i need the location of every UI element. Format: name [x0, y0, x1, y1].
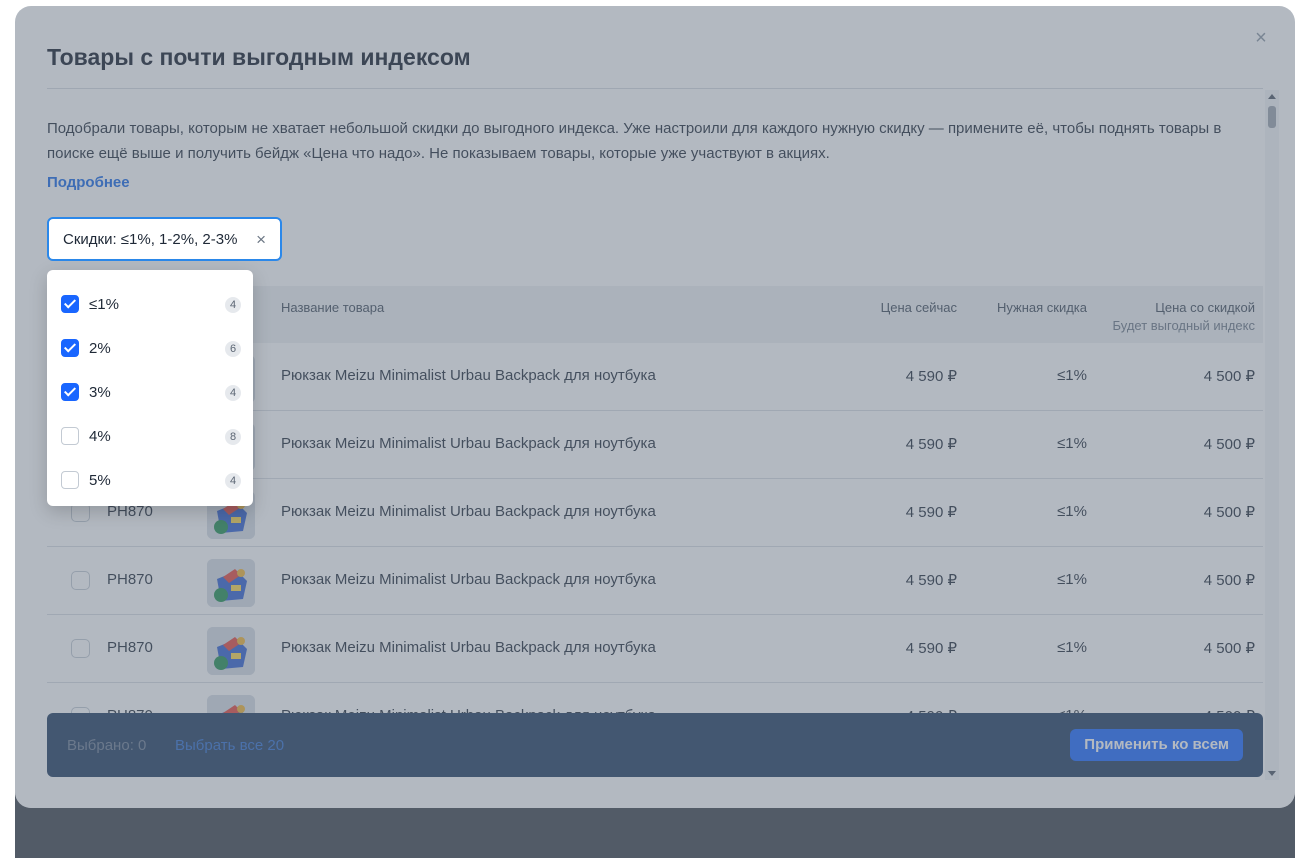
option-count-badge: 8: [225, 429, 241, 445]
price-now: 4 590 ₽: [905, 640, 957, 657]
row-checkbox[interactable]: [71, 639, 90, 658]
filter-option[interactable]: 4% 8: [47, 408, 253, 452]
filter-option[interactable]: 3% 4: [47, 364, 253, 408]
option-count-badge: 4: [225, 473, 241, 489]
final-price: 4 500 ₽: [1203, 572, 1255, 589]
price-now: 4 590 ₽: [905, 436, 957, 453]
option-checkbox[interactable]: [61, 471, 79, 489]
row-checkbox[interactable]: [71, 571, 90, 590]
header-price-with-discount: Цена со скидкой Будет выгодный индекс: [1113, 300, 1256, 333]
option-checkbox[interactable]: [61, 427, 79, 445]
clear-filter-icon[interactable]: ×: [256, 230, 266, 250]
option-label: 2%: [89, 340, 111, 357]
price-now: 4 590 ₽: [905, 368, 957, 385]
option-count-badge: 4: [225, 385, 241, 401]
product-name: Рюкзак Meizu Minimalist Urbau Backpack д…: [281, 503, 656, 520]
selected-count: Выбрано: 0: [67, 737, 147, 754]
header-price-with-discount-sub: Будет выгодный индекс: [1112, 318, 1256, 333]
filter-option[interactable]: ≤1% 4: [47, 276, 253, 320]
option-label: 3%: [89, 384, 111, 401]
product-name: Рюкзак Meizu Minimalist Urbau Backpack д…: [281, 639, 656, 656]
header-price-now: Цена сейчас: [880, 300, 957, 315]
table-row[interactable]: PH870 Рюкзак Meizu Minimalist Urbau Backp…: [47, 615, 1263, 683]
final-price: 4 500 ₽: [1203, 504, 1255, 521]
option-count-badge: 4: [225, 297, 241, 313]
final-price: 4 500 ₽: [1203, 368, 1255, 385]
modal-description: Подобрали товары, которым не хватает неб…: [47, 120, 1222, 162]
final-price: 4 500 ₽: [1203, 640, 1255, 657]
needed-discount: ≤1%: [1057, 367, 1087, 384]
scroll-up-icon[interactable]: [1268, 94, 1276, 99]
backpack-icon: [207, 559, 255, 607]
scroll-down-icon[interactable]: [1268, 771, 1276, 776]
option-checkbox[interactable]: [61, 339, 79, 357]
discount-filter-chip[interactable]: Скидки: ≤1%, 1-2%, 2-3% ×: [47, 217, 282, 261]
needed-discount: ≤1%: [1057, 571, 1087, 588]
close-icon[interactable]: ×: [1251, 28, 1271, 48]
price-now: 4 590 ₽: [905, 572, 957, 589]
option-checkbox[interactable]: [61, 295, 79, 313]
header-needed-discount: Нужная скидка: [996, 300, 1087, 315]
option-label: ≤1%: [89, 296, 119, 313]
scrollbar[interactable]: [1265, 90, 1279, 780]
product-code: PH870: [107, 639, 153, 656]
product-image: [207, 627, 255, 675]
scrollbar-thumb[interactable]: [1268, 106, 1276, 128]
discount-filter-label: Скидки: ≤1%, 1-2%, 2-3%: [63, 231, 238, 248]
needed-discount: ≤1%: [1057, 639, 1087, 656]
header-name: Название товара: [281, 300, 385, 315]
product-name: Рюкзак Meizu Minimalist Urbau Backpack д…: [281, 435, 656, 452]
discount-filter-dropdown: ≤1% 4 2% 6 3% 4 4% 8 5% 4: [47, 270, 253, 506]
needed-discount: ≤1%: [1057, 503, 1087, 520]
more-link[interactable]: Подробнее: [47, 174, 130, 191]
needed-discount: ≤1%: [1057, 435, 1087, 452]
option-count-badge: 6: [225, 341, 241, 357]
product-image: [207, 559, 255, 607]
final-price: 4 500 ₽: [1203, 436, 1255, 453]
apply-to-all-button[interactable]: Применить ко всем: [1070, 729, 1243, 761]
option-label: 5%: [89, 472, 111, 489]
divider: [47, 88, 1263, 89]
modal-title: Товары с почти выгодным индексом: [47, 44, 471, 70]
filter-option[interactable]: 2% 6: [47, 320, 253, 364]
filter-option[interactable]: 5% 4: [47, 452, 253, 496]
selection-bar: Выбрано: 0 Выбрать все 20 Применить ко в…: [47, 713, 1263, 777]
backpack-icon: [207, 627, 255, 675]
option-label: 4%: [89, 428, 111, 445]
product-code: PH870: [107, 571, 153, 588]
table-row[interactable]: PH870 Рюкзак Meizu Minimalist Urbau Backp…: [47, 547, 1263, 615]
select-all-link[interactable]: Выбрать все 20: [175, 737, 284, 754]
product-name: Рюкзак Meizu Minimalist Urbau Backpack д…: [281, 571, 656, 588]
header-price-with-discount-label: Цена со скидкой: [1155, 300, 1255, 315]
option-checkbox[interactable]: [61, 383, 79, 401]
price-now: 4 590 ₽: [905, 504, 957, 521]
product-name: Рюкзак Meizu Minimalist Urbau Backpack д…: [281, 367, 656, 384]
